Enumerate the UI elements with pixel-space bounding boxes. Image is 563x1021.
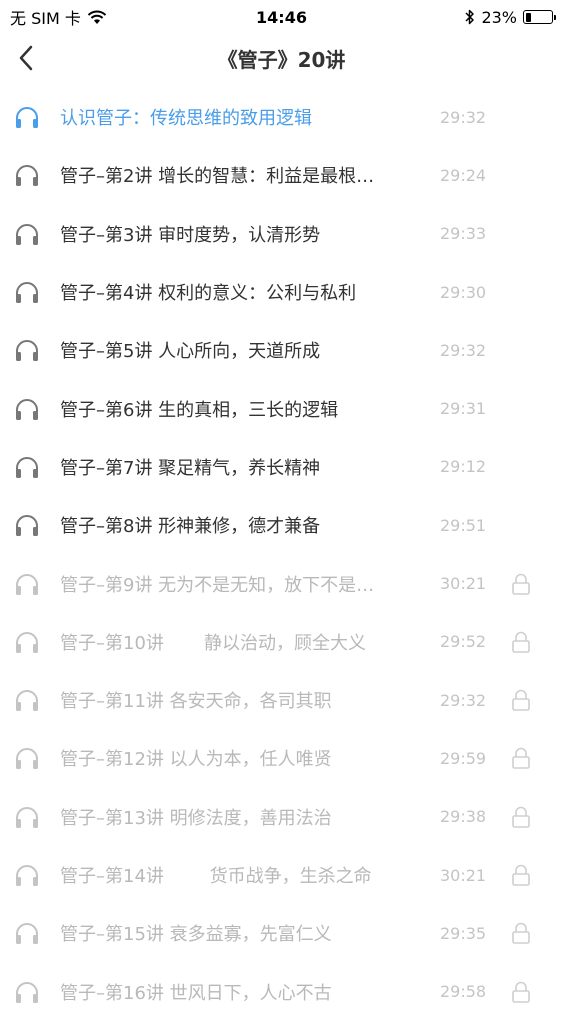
battery-fill — [525, 12, 532, 22]
lesson-title: 认识管子：传统思维的致用逻辑 — [60, 108, 312, 130]
headphone-icon — [16, 107, 38, 129]
lesson-title: 管子–第8讲 形神兼修，德才兼备 — [60, 516, 321, 538]
lock-icon — [512, 748, 530, 770]
status-bar: 无 SIM 卡 14:46 23% — [0, 0, 563, 34]
headphone-icon — [16, 631, 38, 653]
nav-bar: 《管子》20讲 — [0, 34, 563, 82]
headphone-icon — [16, 865, 38, 886]
lesson-title: 管子–第13讲 明修法度，善用法治 — [60, 807, 332, 829]
lesson-title: 管子–第16讲 世风日下，人心不古 — [60, 982, 332, 1004]
lesson-title: 管子–第11讲 各安天命，各司其职 — [60, 691, 332, 713]
lesson-duration: 29:38 — [440, 807, 487, 827]
lesson-row[interactable]: 管子–第4讲 权利的意义：公利与私利 29:30 — [0, 263, 563, 321]
lesson-row[interactable]: 认识管子：传统思维的致用逻辑 29:32 — [0, 88, 563, 146]
headphone-icon — [16, 748, 38, 770]
back-button[interactable] — [6, 38, 46, 78]
bluetooth-icon — [465, 9, 475, 25]
lock-icon — [512, 806, 530, 828]
headphone-icon — [16, 515, 38, 537]
lesson-duration: 29:58 — [440, 982, 487, 1002]
lesson-title: 管子–第6讲 生的真相，三长的逻辑 — [60, 399, 339, 421]
lesson-row[interactable]: 管子–第9讲 无为不是无知，放下不是… 30:21 — [0, 554, 563, 612]
lesson-duration: 30:21 — [440, 865, 487, 885]
lesson-duration: 29:32 — [440, 107, 487, 127]
headphone-icon — [16, 165, 38, 187]
lock-icon — [512, 923, 530, 945]
lesson-row[interactable]: 管子–第15讲 衰多益寡，先富仁义 29:35 — [0, 904, 563, 962]
lock-icon — [512, 631, 530, 653]
lesson-duration: 29:35 — [440, 923, 487, 943]
battery-icon — [523, 10, 556, 24]
lesson-row[interactable]: 管子–第7讲 聚足精气，养长精神 29:12 — [0, 438, 563, 496]
lesson-title: 管子–第2讲 增长的智慧：利益是最根… — [60, 166, 375, 188]
lesson-duration: 29:59 — [440, 748, 487, 768]
lesson-title: 管子–第7讲 聚足精气，养长精神 — [60, 457, 321, 479]
carrier-label: 无 SIM 卡 — [10, 9, 81, 28]
lesson-title: 管子–第4讲 权利的意义：公利与私利 — [60, 283, 357, 305]
headphone-icon — [16, 806, 38, 828]
lock-icon — [512, 573, 530, 595]
lock-icon — [512, 981, 530, 1003]
lesson-duration: 29:31 — [440, 399, 487, 419]
lesson-list: 认识管子：传统思维的致用逻辑 29:32 管子–第2讲 增长的智慧：利益是最根… 29… — [0, 88, 563, 1021]
lesson-row[interactable]: 管子–第11讲 各安天命，各司其职 29:32 — [0, 671, 563, 729]
headphone-icon — [16, 456, 38, 478]
headphone-icon — [16, 923, 38, 945]
lesson-title: 管子–第14讲 货币战争，生杀之命 — [60, 866, 372, 887]
lesson-row[interactable]: 管子–第14讲 货币战争，生杀之命 30:21 — [0, 846, 563, 904]
chevron-left-icon — [19, 45, 33, 71]
lesson-row[interactable]: 管子–第6讲 生的真相，三长的逻辑 29:31 — [0, 379, 563, 437]
lesson-title: 管子–第12讲 以人为本，任人唯贤 — [60, 749, 332, 771]
lesson-row[interactable]: 管子–第5讲 人心所向，天道所成 29:32 — [0, 321, 563, 379]
lock-icon — [512, 864, 530, 886]
wifi-icon — [87, 10, 107, 24]
lesson-title: 管子–第5讲 人心所向，天道所成 — [60, 341, 321, 363]
lesson-row[interactable]: 管子–第3讲 审时度势，认清形势 29:33 — [0, 205, 563, 263]
headphone-icon — [16, 398, 38, 420]
lesson-row[interactable]: 管子–第13讲 明修法度，善用法治 29:38 — [0, 788, 563, 846]
lesson-duration: 29:30 — [440, 282, 487, 302]
lesson-title: 管子–第9讲 无为不是无知，放下不是… — [60, 574, 375, 596]
lesson-row[interactable]: 管子–第8讲 形神兼修，德才兼备 29:51 — [0, 496, 563, 554]
lesson-duration: 29:52 — [440, 632, 487, 652]
headphone-icon — [16, 282, 38, 304]
lesson-row[interactable]: 管子–第10讲 静以治动，顾全大义 29:52 — [0, 613, 563, 671]
lesson-duration: 30:21 — [440, 574, 487, 594]
lesson-duration: 29:24 — [440, 165, 487, 185]
lock-icon — [512, 689, 530, 711]
lesson-duration: 29:32 — [440, 340, 487, 360]
lesson-row[interactable]: 管子–第16讲 世风日下，人心不古 29:58 — [0, 962, 563, 1020]
battery-percent: 23% — [481, 7, 517, 27]
lesson-row[interactable]: 管子–第2讲 增长的智慧：利益是最根… 29:24 — [0, 146, 563, 204]
status-left: 无 SIM 卡 — [10, 5, 107, 29]
headphone-icon — [16, 223, 38, 245]
lesson-title: 管子–第10讲 静以治动，顾全大义 — [60, 632, 366, 654]
status-right: 23% — [465, 7, 556, 27]
lesson-duration: 29:51 — [440, 515, 487, 535]
lesson-duration: 29:33 — [440, 224, 487, 244]
headphone-icon — [16, 340, 38, 362]
lesson-duration: 29:32 — [440, 690, 487, 710]
lesson-title: 管子–第15讲 衰多益寡，先富仁义 — [60, 924, 332, 946]
page-title: 《管子》20讲 — [217, 47, 346, 72]
lesson-row[interactable]: 管子–第12讲 以人为本，任人唯贤 29:59 — [0, 729, 563, 787]
lesson-duration: 29:12 — [440, 457, 487, 477]
headphone-icon — [16, 690, 38, 712]
lesson-title: 管子–第3讲 审时度势，认清形势 — [60, 224, 321, 246]
headphone-icon — [16, 573, 38, 595]
